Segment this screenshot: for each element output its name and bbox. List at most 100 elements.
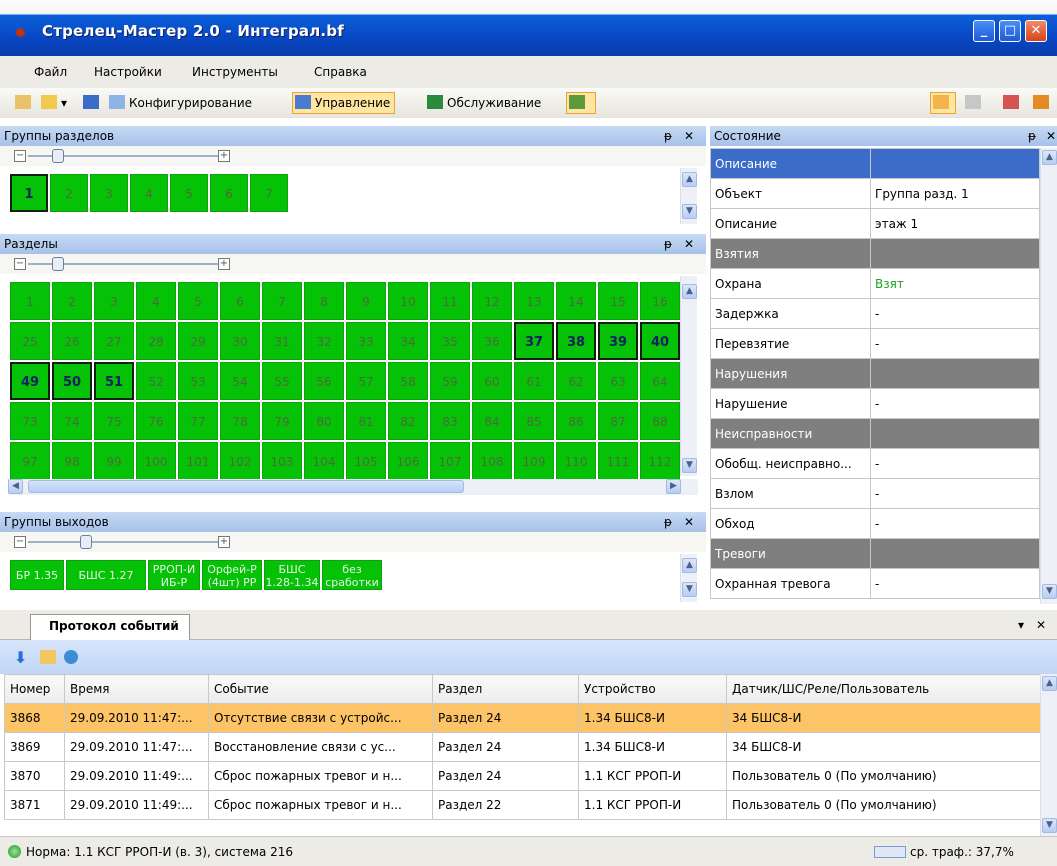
section-cell[interactable]: 10 <box>388 282 428 320</box>
state-row[interactable]: Перевзятие - <box>710 328 1040 359</box>
zoom-slider-outputs[interactable]: − + <box>0 532 706 552</box>
state-row[interactable]: Описание <box>710 148 1040 179</box>
pin-icon[interactable]: ᵽ <box>1028 126 1036 146</box>
section-cell[interactable]: 35 <box>430 322 470 360</box>
state-row[interactable]: Взятия <box>710 238 1040 269</box>
section-cell[interactable]: 39 <box>598 322 638 360</box>
section-cell[interactable]: 25 <box>10 322 50 360</box>
section-cell[interactable]: 31 <box>262 322 302 360</box>
section-cell[interactable]: 80 <box>304 402 344 440</box>
scroll-down-arrow-icon[interactable]: ⬇ <box>14 648 30 667</box>
menu-file[interactable]: Файл <box>34 65 67 79</box>
column-header[interactable]: Раздел <box>432 674 579 704</box>
refresh-icon[interactable] <box>1000 92 1024 114</box>
section-cell[interactable]: 54 <box>220 362 260 400</box>
section-cell[interactable]: 102 <box>220 442 260 480</box>
section-cell[interactable]: 101 <box>178 442 218 480</box>
section-cell[interactable]: 30 <box>220 322 260 360</box>
section-group-cell[interactable]: 7 <box>250 174 288 212</box>
column-header[interactable]: Датчик/ШС/Реле/Пользователь <box>726 674 1041 704</box>
section-cell[interactable]: 58 <box>388 362 428 400</box>
section-cell[interactable]: 79 <box>262 402 302 440</box>
section-cell[interactable]: 75 <box>94 402 134 440</box>
scroll-up-icon[interactable]: ▲ <box>1042 150 1057 165</box>
section-cell[interactable]: 56 <box>304 362 344 400</box>
section-group-cell[interactable]: 5 <box>170 174 208 212</box>
section-cell[interactable]: 2 <box>52 282 92 320</box>
section-cell[interactable]: 98 <box>52 442 92 480</box>
section-cell[interactable]: 73 <box>10 402 50 440</box>
section-cell[interactable]: 33 <box>346 322 386 360</box>
section-cell[interactable]: 5 <box>178 282 218 320</box>
save-icon[interactable] <box>80 92 108 114</box>
section-cell[interactable]: 29 <box>178 322 218 360</box>
section-cell[interactable]: 87 <box>598 402 638 440</box>
section-cell[interactable]: 99 <box>94 442 134 480</box>
state-row[interactable]: Нарушения <box>710 358 1040 389</box>
section-cell[interactable]: 50 <box>52 362 92 400</box>
section-cell[interactable]: 27 <box>94 322 134 360</box>
panel-icon[interactable] <box>962 92 986 114</box>
maximize-icon[interactable]: □ <box>999 20 1021 42</box>
section-cell[interactable]: 6 <box>220 282 260 320</box>
scroll-down-icon[interactable]: ▼ <box>682 204 697 219</box>
section-cell[interactable]: 85 <box>514 402 554 440</box>
scroll-down-icon[interactable]: ▼ <box>1042 584 1057 599</box>
close-pane-icon[interactable]: ✕ <box>684 512 694 532</box>
section-cell[interactable]: 64 <box>640 362 680 400</box>
scroll-up-icon[interactable]: ▲ <box>682 284 697 299</box>
scroll-up-icon[interactable]: ▲ <box>682 172 697 187</box>
grid-icon[interactable] <box>1030 92 1054 114</box>
scroll-down-icon[interactable]: ▼ <box>682 458 697 473</box>
config-button[interactable]: Конфигурирование <box>106 92 257 114</box>
column-header[interactable]: Устройство <box>578 674 727 704</box>
state-row[interactable]: Описание этаж 1 <box>710 208 1040 239</box>
section-cell[interactable]: 106 <box>388 442 428 480</box>
section-cell[interactable]: 81 <box>346 402 386 440</box>
section-cell[interactable]: 4 <box>136 282 176 320</box>
state-row[interactable]: Неисправности <box>710 418 1040 449</box>
dropdown-icon[interactable]: ▾ <box>1018 618 1024 632</box>
horizontal-scrollbar[interactable]: ◀ ▶ <box>8 479 698 495</box>
close-pane-icon[interactable]: ✕ <box>1046 126 1056 146</box>
state-row[interactable]: Тревоги <box>710 538 1040 569</box>
section-cell[interactable]: 84 <box>472 402 512 440</box>
section-cell[interactable]: 77 <box>178 402 218 440</box>
new-icon[interactable] <box>12 92 40 114</box>
section-group-cell[interactable]: 2 <box>50 174 88 212</box>
section-cell[interactable]: 88 <box>640 402 680 440</box>
section-cell[interactable]: 112 <box>640 442 680 480</box>
scroll-down-icon[interactable]: ▼ <box>682 582 697 597</box>
scroll-up-icon[interactable]: ▲ <box>1042 676 1057 691</box>
section-group-cell[interactable]: 4 <box>130 174 168 212</box>
section-cell[interactable]: 111 <box>598 442 638 480</box>
section-cell[interactable]: 13 <box>514 282 554 320</box>
open-icon[interactable]: ▾ <box>38 92 72 114</box>
section-cell[interactable]: 14 <box>556 282 596 320</box>
section-group-cell[interactable]: 6 <box>210 174 248 212</box>
menu-help[interactable]: Справка <box>314 65 367 79</box>
section-cell[interactable]: 103 <box>262 442 302 480</box>
pin-icon[interactable]: ᵽ <box>664 512 672 532</box>
scroll-thumb[interactable] <box>28 480 464 493</box>
section-cell[interactable]: 83 <box>430 402 470 440</box>
section-cell[interactable]: 11 <box>430 282 470 320</box>
section-cell[interactable]: 59 <box>430 362 470 400</box>
section-cell[interactable]: 100 <box>136 442 176 480</box>
section-cell[interactable]: 53 <box>178 362 218 400</box>
section-cell[interactable]: 49 <box>10 362 50 400</box>
section-cell[interactable]: 40 <box>640 322 680 360</box>
output-group-cell[interactable]: без сработки <box>322 560 382 590</box>
output-group-cell[interactable]: БШС 1.28-1.34 <box>264 560 320 590</box>
pin-icon[interactable]: ᵽ <box>664 126 672 146</box>
section-cell[interactable]: 7 <box>262 282 302 320</box>
section-cell[interactable]: 74 <box>52 402 92 440</box>
section-cell[interactable]: 78 <box>220 402 260 440</box>
section-group-cell[interactable]: 3 <box>90 174 128 212</box>
output-group-cell[interactable]: БШС 1.27 <box>66 560 146 590</box>
scroll-down-icon[interactable]: ▼ <box>1042 818 1057 833</box>
close-tab-icon[interactable]: ✕ <box>1036 618 1046 632</box>
section-cell[interactable]: 3 <box>94 282 134 320</box>
state-row[interactable]: Объект Группа разд. 1 <box>710 178 1040 209</box>
section-cell[interactable]: 110 <box>556 442 596 480</box>
